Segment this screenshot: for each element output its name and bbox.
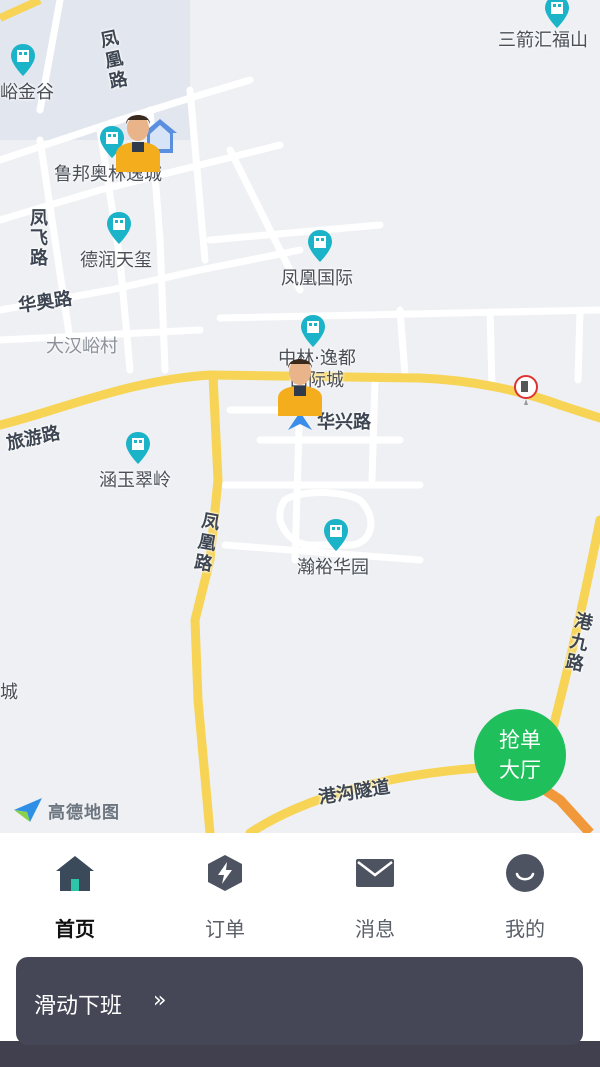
profile-smile-icon <box>506 854 544 892</box>
gaode-logo-icon <box>14 798 42 822</box>
poi-label[interactable]: 德润天玺 <box>80 246 152 272</box>
poi-label[interactable]: 瀚裕华园 <box>297 553 369 579</box>
grab-order-hall-button[interactable]: 抢单 大厅 <box>474 709 566 801</box>
map-logo: 高德地图 <box>12 796 120 824</box>
order-bolt-icon <box>208 855 242 891</box>
double-chevron-right-icon: » <box>153 988 167 1013</box>
home-icon <box>56 856 94 891</box>
tab-home-label: 首页 <box>55 917 95 941</box>
place-label: 大汉峪村 <box>46 336 118 357</box>
tab-profile-label: 我的 <box>505 917 545 941</box>
place-label: 城 <box>0 682 18 703</box>
tab-messages-label: 消息 <box>355 917 395 941</box>
tab-orders-label: 订单 <box>205 917 245 941</box>
map-logo-text: 高德地图 <box>48 802 120 823</box>
map-view[interactable]: 三箭汇福山 峪金谷 鲁邦奥林逸城 德润天玺 凤凰国际 中林·逸都国际城 涵玉翠岭… <box>0 0 600 833</box>
poi-label[interactable]: 三箭汇福山 <box>498 26 588 52</box>
tab-messages[interactable]: 消息 <box>300 833 450 957</box>
tab-orders[interactable]: 订单 <box>150 833 300 957</box>
rider-avatar-icon[interactable] <box>112 106 164 172</box>
tab-profile[interactable]: 我的 <box>450 833 600 957</box>
tab-home[interactable]: 首页 <box>0 833 150 957</box>
grab-button-line1: 抢单 <box>499 728 541 752</box>
building-pin-icon[interactable] <box>9 42 37 78</box>
building-pin-icon[interactable] <box>124 430 152 466</box>
poi-label[interactable]: 凤凰国际 <box>281 264 353 290</box>
bottom-tab-bar: 首页 订单 消息 我的 <box>0 833 600 957</box>
road-label: 凤飞路 <box>27 208 48 268</box>
gas-station-icon <box>514 375 538 405</box>
rider-avatar-icon[interactable] <box>274 350 326 416</box>
building-pin-icon[interactable] <box>322 517 350 553</box>
poi-label[interactable]: 涵玉翠岭 <box>99 466 171 492</box>
building-pin-icon[interactable] <box>105 210 133 246</box>
poi-label[interactable]: 峪金谷 <box>0 78 54 104</box>
slide-off-work-button[interactable]: 滑动下班 » <box>16 957 583 1045</box>
grab-button-line2: 大厅 <box>499 758 541 782</box>
building-pin-icon[interactable] <box>299 313 327 349</box>
slide-off-work-label: 滑动下班 <box>34 994 123 1019</box>
mail-icon <box>356 859 394 887</box>
building-pin-icon[interactable] <box>306 228 334 264</box>
